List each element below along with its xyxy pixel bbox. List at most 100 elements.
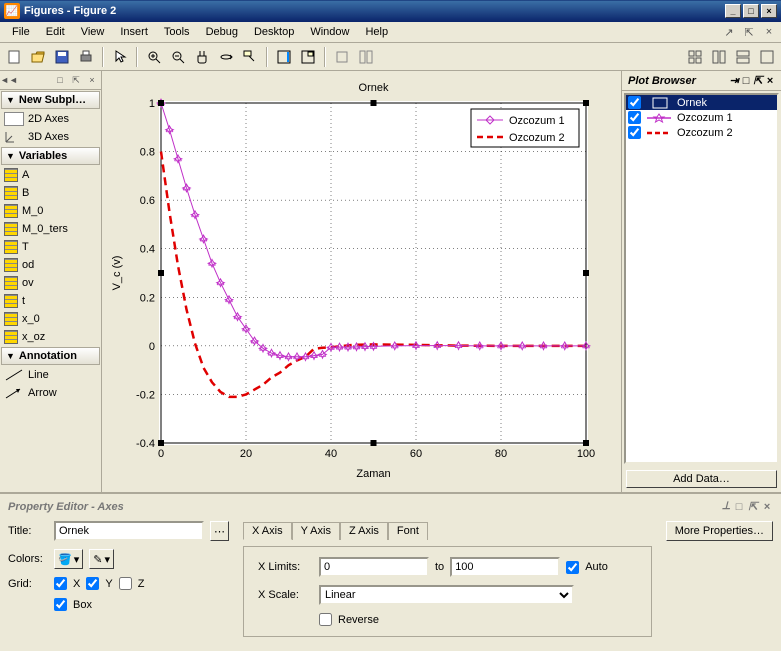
colorbar-button[interactable] [273,46,295,68]
matrix-icon [4,258,18,272]
tab-font[interactable]: Font [388,522,428,540]
palette-prev-icon[interactable]: ◄◄ [2,73,16,87]
menu-debug[interactable]: Debug [198,24,246,40]
series-visible-checkbox[interactable] [628,111,641,124]
close-button[interactable]: × [761,4,777,18]
axes-plot[interactable]: 020406080100-0.4-0.200.20.40.60.81ZamanV… [106,75,606,485]
grid-y-label: Y [105,578,112,590]
pb-pin-icon[interactable]: ⇥ [729,74,738,87]
menu-window[interactable]: Window [302,24,357,40]
rotate3d-button[interactable] [215,46,237,68]
open-button[interactable] [27,46,49,68]
variable-item[interactable]: T [0,238,101,256]
more-properties-button[interactable]: More Properties… [666,521,773,541]
zoom-in-button[interactable] [143,46,165,68]
xmax-input[interactable] [450,557,560,577]
pe-close-icon[interactable]: × [764,501,770,513]
title-font-button[interactable]: ⋯ [210,521,229,541]
new-figure-button[interactable] [3,46,25,68]
plot-browser-item[interactable]: Ozcozum 1 [626,110,777,125]
zoom-out-button[interactable] [167,46,189,68]
pb-undock-icon[interactable]: □ [743,75,750,87]
close-icon[interactable]: × [761,24,777,40]
variable-item[interactable]: x_0 [0,310,101,328]
menu-edit[interactable]: Edit [38,24,73,40]
variable-item[interactable]: M_0_ters [0,220,101,238]
box-checkbox[interactable] [54,598,67,611]
palette-dock-icon[interactable]: ⇱ [69,73,83,87]
variable-item[interactable]: ov [0,274,101,292]
undock-icon[interactable]: ↗ [721,24,737,40]
matrix-icon [4,168,18,182]
datacursor-button[interactable] [239,46,261,68]
menu-file[interactable]: File [4,24,38,40]
figure-canvas[interactable]: 020406080100-0.4-0.200.20.40.60.81ZamanV… [102,71,621,492]
line-icon [4,368,24,382]
svg-text:-0.4: -0.4 [136,438,155,450]
fill-color-button[interactable]: 🪣▾ [54,549,83,569]
title-input[interactable] [54,521,204,541]
xscale-select[interactable]: Linear [319,585,574,605]
dock-figure-button[interactable] [331,46,353,68]
legend-button[interactable] [297,46,319,68]
tab-x-axis[interactable]: X Axis [243,522,292,540]
annotation-section[interactable]: ▼Annotation [1,347,100,365]
add-data-button[interactable]: Add Data… [626,470,777,488]
plot-browser-item[interactable]: Ozcozum 2 [626,125,777,140]
variable-item[interactable]: A [0,166,101,184]
pb-dock-icon[interactable]: ⇱ [753,74,762,87]
series-visible-checkbox[interactable] [628,126,641,139]
line-color-button[interactable]: ✎▾ [89,549,114,569]
grid-z-checkbox[interactable] [119,577,132,590]
series-visible-checkbox[interactable] [628,96,641,109]
variable-name: x_oz [22,331,45,343]
series-label: Ozcozum 1 [677,112,733,124]
minimize-button[interactable]: _ [725,4,741,18]
layout-cols-button[interactable] [708,46,730,68]
variable-item[interactable]: x_oz [0,328,101,346]
arrow-annotation-item[interactable]: Arrow [0,384,101,402]
dock-icon[interactable]: ⇱ [741,24,757,40]
tab-z-axis[interactable]: Z Axis [340,522,388,540]
variable-item[interactable]: od [0,256,101,274]
palette-close-icon[interactable]: × [85,73,99,87]
palette-undock-icon[interactable]: □ [53,73,67,87]
variable-name: B [22,187,29,199]
print-button[interactable] [75,46,97,68]
line-annotation-item[interactable]: Line [0,366,101,384]
menu-view[interactable]: View [73,24,113,40]
plot-browser-item[interactable]: Ornek [626,95,777,110]
xmin-input[interactable] [319,557,429,577]
maximize-button[interactable]: □ [743,4,759,18]
menu-desktop[interactable]: Desktop [246,24,302,40]
layout-rows-button[interactable] [732,46,754,68]
menu-tools[interactable]: Tools [156,24,198,40]
axes-2d-item[interactable]: 2D Axes [0,110,101,128]
variables-section[interactable]: ▼Variables [1,147,100,165]
axes-3d-item[interactable]: 3D Axes [0,128,101,146]
auto-label: Auto [585,561,608,573]
variable-item[interactable]: t [0,292,101,310]
variable-item[interactable]: M_0 [0,202,101,220]
new-subplots-section[interactable]: ▼New Subpl… [1,91,100,109]
pe-pin-icon[interactable]: ⟂ [722,500,729,513]
save-button[interactable] [51,46,73,68]
auto-checkbox[interactable] [566,561,579,574]
pan-button[interactable] [191,46,213,68]
tile-button[interactable] [355,46,377,68]
layout-grid-button[interactable] [684,46,706,68]
reverse-checkbox[interactable] [319,613,332,626]
menu-insert[interactable]: Insert [112,24,156,40]
menu-help[interactable]: Help [357,24,396,40]
series-label: Ozcozum 2 [677,127,733,139]
pe-undock-icon[interactable]: □ [736,501,743,513]
tab-y-axis[interactable]: Y Axis [292,522,340,540]
grid-x-label: X [73,578,80,590]
pe-dock-icon[interactable]: ⇱ [748,500,757,513]
variable-item[interactable]: B [0,184,101,202]
pb-close-icon[interactable]: × [767,75,773,87]
layout-single-button[interactable] [756,46,778,68]
grid-y-checkbox[interactable] [86,577,99,590]
pointer-button[interactable] [109,46,131,68]
grid-x-checkbox[interactable] [54,577,67,590]
